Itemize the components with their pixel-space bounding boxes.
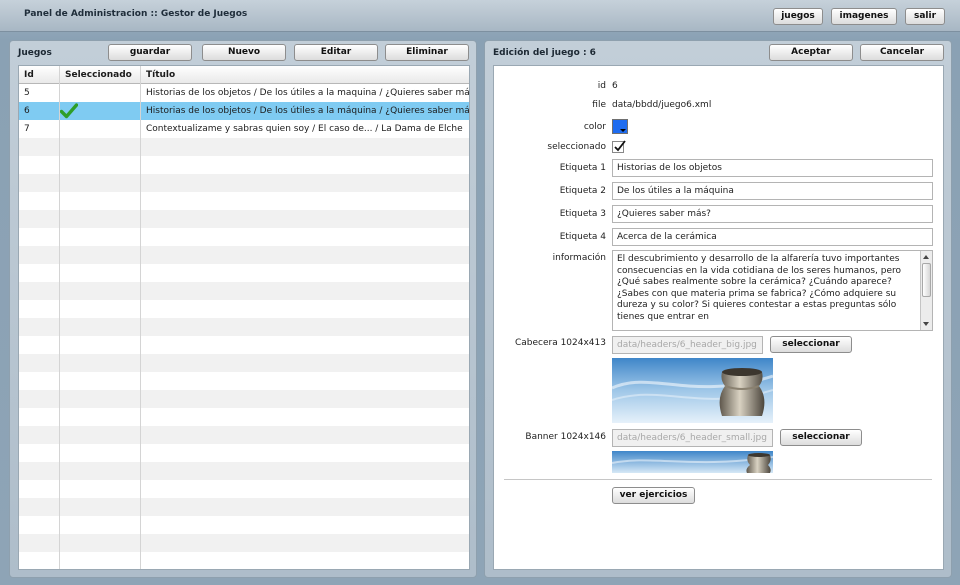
guardar-button[interactable]: guardar	[108, 44, 192, 61]
nuevo-button[interactable]: Nuevo	[202, 44, 286, 61]
scroll-up-icon[interactable]	[923, 255, 929, 259]
imagenes-button[interactable]: imagenes	[831, 8, 897, 25]
cabecera-label: Cabecera 1024x413	[514, 338, 606, 348]
check-icon	[60, 103, 78, 119]
top-bar: Panel de Administracion :: Gestor de Jue…	[0, 0, 960, 32]
color-label: color	[583, 122, 606, 132]
table-row[interactable]	[19, 552, 469, 569]
file-label: file	[592, 100, 606, 110]
etiqueta3-input[interactable]: ¿Quieres saber más?	[612, 205, 933, 223]
cabecera-path-input: data/headers/6_header_big.jpg	[612, 336, 763, 354]
table-row[interactable]	[19, 516, 469, 534]
games-panel: Juegos guardar Nuevo Editar Eliminar Id …	[9, 40, 477, 578]
edit-panel-title: Edición del juego : 6	[493, 48, 596, 58]
table-row[interactable]	[19, 534, 469, 552]
chevron-down-icon	[620, 129, 626, 132]
banner-path-input: data/headers/6_header_small.jpg	[612, 429, 773, 447]
games-table-header: Id Seleccionado Título	[19, 66, 469, 84]
table-row[interactable]	[19, 426, 469, 444]
table-row[interactable]	[19, 354, 469, 372]
informacion-textarea[interactable]: El descubrimiento y desarrollo de la alf…	[612, 250, 933, 331]
juegos-button[interactable]: juegos	[773, 8, 823, 25]
banner-select-button[interactable]: seleccionar	[780, 429, 862, 446]
cell-selected	[60, 120, 140, 138]
table-row[interactable]	[19, 336, 469, 354]
eliminar-button[interactable]: Eliminar	[385, 44, 469, 61]
column-divider	[140, 66, 141, 569]
banner-label: Banner 1024x146	[525, 432, 606, 442]
file-value: data/bbdd/juego6.xml	[612, 100, 712, 110]
table-row[interactable]	[19, 480, 469, 498]
table-row[interactable]	[19, 174, 469, 192]
cell-id: 5	[24, 88, 30, 98]
etiqueta1-input[interactable]: Historias de los objetos	[612, 159, 933, 177]
table-row[interactable]	[19, 246, 469, 264]
table-row[interactable]: 6 Historias de los objetos / De los útile…	[19, 102, 469, 120]
table-row[interactable]	[19, 318, 469, 336]
column-header-title[interactable]: Título	[141, 66, 469, 84]
ver-ejercicios-button[interactable]: ver ejercicios	[612, 487, 695, 504]
table-row[interactable]	[19, 300, 469, 318]
color-picker[interactable]	[612, 119, 628, 134]
informacion-label: información	[552, 253, 606, 263]
table-row[interactable]	[19, 282, 469, 300]
games-panel-title: Juegos	[18, 48, 52, 58]
table-row[interactable]	[19, 156, 469, 174]
table-row[interactable]	[19, 192, 469, 210]
games-table[interactable]: Id Seleccionado Título 5 Historias de los…	[18, 65, 470, 570]
etiqueta4-label: Etiqueta 4	[559, 232, 606, 242]
checkmark-icon	[614, 140, 626, 152]
informacion-text: El descubrimiento y desarrollo de la alf…	[617, 254, 902, 322]
seleccionado-checkbox[interactable]	[612, 140, 626, 153]
id-label: id	[597, 81, 606, 91]
etiqueta3-label: Etiqueta 3	[559, 209, 606, 219]
edit-panel: Edición del juego : 6 Aceptar Cancelar i…	[484, 40, 952, 578]
table-row[interactable]	[19, 444, 469, 462]
cell-id: 7	[24, 124, 30, 134]
etiqueta4-input[interactable]: Acerca de la cerámica	[612, 228, 933, 246]
column-header-selected[interactable]: Seleccionado	[60, 66, 141, 84]
cancelar-button[interactable]: Cancelar	[860, 44, 944, 61]
scroll-down-icon[interactable]	[923, 322, 929, 326]
table-row[interactable]	[19, 264, 469, 282]
salir-button[interactable]: salir	[905, 8, 945, 25]
cabecera-preview-image	[612, 358, 773, 423]
aceptar-button[interactable]: Aceptar	[769, 44, 853, 61]
table-row[interactable]	[19, 372, 469, 390]
column-header-id[interactable]: Id	[19, 66, 60, 84]
form-separator	[504, 479, 932, 480]
table-row[interactable]	[19, 498, 469, 516]
app-title: Panel de Administracion :: Gestor de Jue…	[24, 9, 248, 19]
cell-title: Historias de los objetos / De los útiles…	[146, 106, 470, 116]
banner-preview-image	[612, 451, 773, 473]
cell-id: 6	[24, 106, 30, 116]
informacion-scrollbar[interactable]	[920, 251, 932, 330]
table-row[interactable]	[19, 210, 469, 228]
editar-button[interactable]: Editar	[294, 44, 378, 61]
table-row[interactable]	[19, 390, 469, 408]
table-row[interactable]	[19, 228, 469, 246]
cell-selected	[60, 84, 140, 102]
etiqueta2-label: Etiqueta 2	[559, 186, 606, 196]
scrollbar-thumb[interactable]	[922, 263, 931, 297]
id-value: 6	[612, 81, 618, 91]
etiqueta2-input[interactable]: De los útiles a la máquina	[612, 182, 933, 200]
cabecera-select-button[interactable]: seleccionar	[770, 336, 852, 353]
cell-selected	[60, 102, 140, 120]
cell-title: Contextualizame y sabras quien soy / El …	[146, 124, 463, 134]
edit-form: id 6 file data/bbdd/juego6.xml color sel…	[493, 65, 944, 570]
table-row[interactable]	[19, 462, 469, 480]
seleccionado-label: seleccionado	[547, 142, 606, 152]
cell-title: Historias de los objetos / De los útiles…	[146, 88, 470, 98]
etiqueta1-label: Etiqueta 1	[559, 163, 606, 173]
table-row[interactable]: 7 Contextualizame y sabras quien soy / El…	[19, 120, 469, 138]
table-row[interactable]	[19, 408, 469, 426]
table-row[interactable]	[19, 138, 469, 156]
table-row[interactable]: 5 Historias de los objetos / De los útile…	[19, 84, 469, 102]
column-divider	[59, 66, 60, 569]
